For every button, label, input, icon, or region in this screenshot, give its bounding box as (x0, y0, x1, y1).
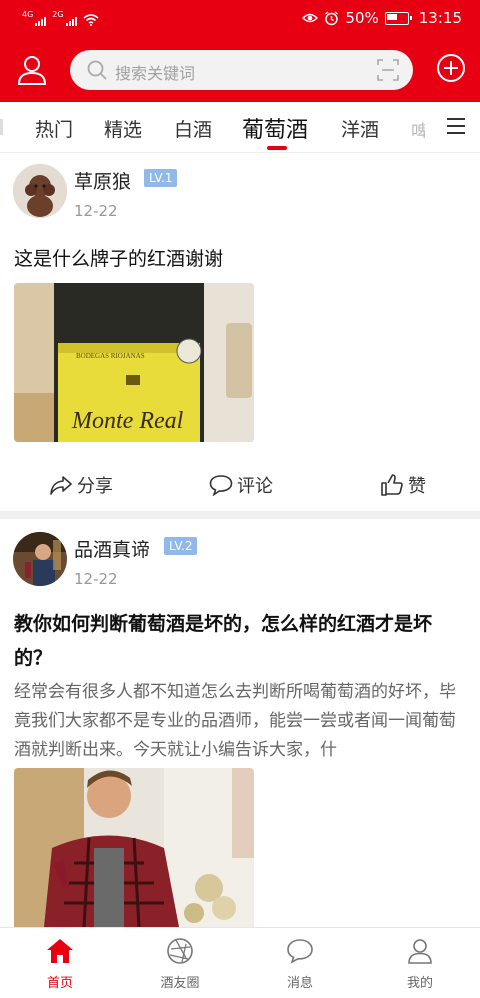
tab-wine[interactable]: 葡萄酒 (242, 112, 308, 144)
post-photo[interactable]: BODEGAS RIOJANAS Monte Real (14, 283, 254, 442)
chat-icon (287, 939, 313, 964)
comment-icon (209, 475, 233, 496)
aperture-icon (167, 938, 193, 964)
like-button[interactable]: 赞 (380, 472, 426, 498)
active-tab-indicator (267, 146, 287, 150)
brand-label: Monte Real (71, 408, 184, 434)
signal-1-label: 4G (22, 10, 34, 19)
app-header: 搜索关键词 (0, 40, 480, 102)
post-date: 12-22 (74, 570, 118, 588)
post-excerpt[interactable]: 经常会有很多人都不知道怎么去判断所喝葡萄酒的好坏，毕竟我们大家都不是专业的品酒师… (14, 678, 469, 765)
poodle-avatar-image (13, 164, 67, 218)
search-placeholder: 搜索关键词 (115, 64, 196, 83)
nav-home[interactable]: 首页 (20, 936, 100, 991)
system-indicators: 50% 13:15 (302, 9, 462, 27)
post-divider (0, 511, 480, 519)
bodega-label: BODEGAS RIOJANAS (76, 352, 145, 360)
clock: 13:15 (418, 9, 462, 27)
scan-icon[interactable] (377, 59, 399, 81)
category-tabs: 热门 精选 白酒 葡萄酒 洋酒 啤 (0, 102, 480, 153)
share-button[interactable]: 分享 (49, 472, 113, 498)
thumbs-up-icon (381, 474, 403, 496)
signal-bars-1-icon (35, 17, 47, 26)
level-badge: LV.2 (164, 537, 198, 555)
add-button[interactable] (436, 53, 466, 87)
tab-foreign-liquor[interactable]: 洋酒 (341, 115, 379, 142)
post-title[interactable]: 教你如何判断葡萄酒是坏的，怎么样的红酒才是坏的？ (14, 607, 469, 675)
post-title[interactable]: 这是什么牌子的红酒谢谢 (14, 244, 223, 271)
nav-wine-friends-label: 酒友圈 (160, 976, 200, 991)
battery-icon (384, 11, 412, 25)
share-label: 分享 (77, 476, 113, 497)
level-badge: LV.1 (144, 169, 178, 187)
tab-beer[interactable]: 啤 (411, 118, 425, 138)
post-photo[interactable] (14, 768, 254, 927)
post-actions: 分享 评论 赞 (0, 462, 480, 506)
nav-messages[interactable]: 消息 (260, 936, 340, 991)
signal-2-label: 2G (52, 10, 64, 19)
avatar[interactable] (13, 164, 67, 218)
nav-profile[interactable]: 我的 (380, 936, 460, 991)
battery-percent: 50% (345, 9, 379, 27)
share-icon (50, 476, 72, 495)
nav-profile-label: 我的 (406, 976, 433, 991)
search-icon (87, 60, 107, 80)
nav-messages-label: 消息 (286, 976, 313, 991)
avatar[interactable] (13, 532, 67, 586)
nav-home-label: 首页 (46, 976, 73, 991)
search-bar[interactable]: 搜索关键词 (70, 50, 413, 90)
signal-indicators: 4G 2G (22, 10, 99, 26)
tabs-menu-button[interactable] (446, 117, 466, 139)
plus-icon (437, 54, 465, 82)
post-date: 12-22 (74, 202, 118, 220)
wifi-icon (83, 14, 99, 26)
comment-label: 评论 (237, 476, 273, 497)
post-username[interactable]: 品酒真谛 (74, 535, 150, 562)
signal-bars-2-icon (65, 17, 77, 26)
tab-baijiu[interactable]: 白酒 (174, 115, 212, 142)
post-username[interactable]: 草原狼 (74, 167, 131, 194)
user-icon (17, 56, 47, 85)
nav-wine-friends[interactable]: 酒友圈 (140, 936, 220, 991)
like-label: 赞 (408, 476, 426, 497)
tab-hot[interactable]: 热门 (35, 115, 73, 142)
home-icon (47, 939, 73, 963)
eye-icon (302, 13, 319, 23)
comment-button[interactable]: 评论 (209, 472, 273, 498)
sommelier-avatar-image (13, 532, 67, 586)
person-icon (408, 939, 432, 964)
user-profile-button[interactable] (14, 52, 50, 88)
tab-selected[interactable]: 精选 (104, 115, 142, 142)
status-bar: 4G 2G 50% 13:15 (0, 0, 480, 40)
tab-scroll-edge (0, 119, 3, 135)
man-with-wine-photo (14, 768, 254, 927)
bottom-navigation: 首页 酒友圈 消息 我的 (0, 927, 480, 998)
alarm-icon (325, 10, 339, 25)
menu-icon (447, 118, 465, 134)
wine-bottle-photo: BODEGAS RIOJANAS Monte Real (14, 283, 254, 442)
